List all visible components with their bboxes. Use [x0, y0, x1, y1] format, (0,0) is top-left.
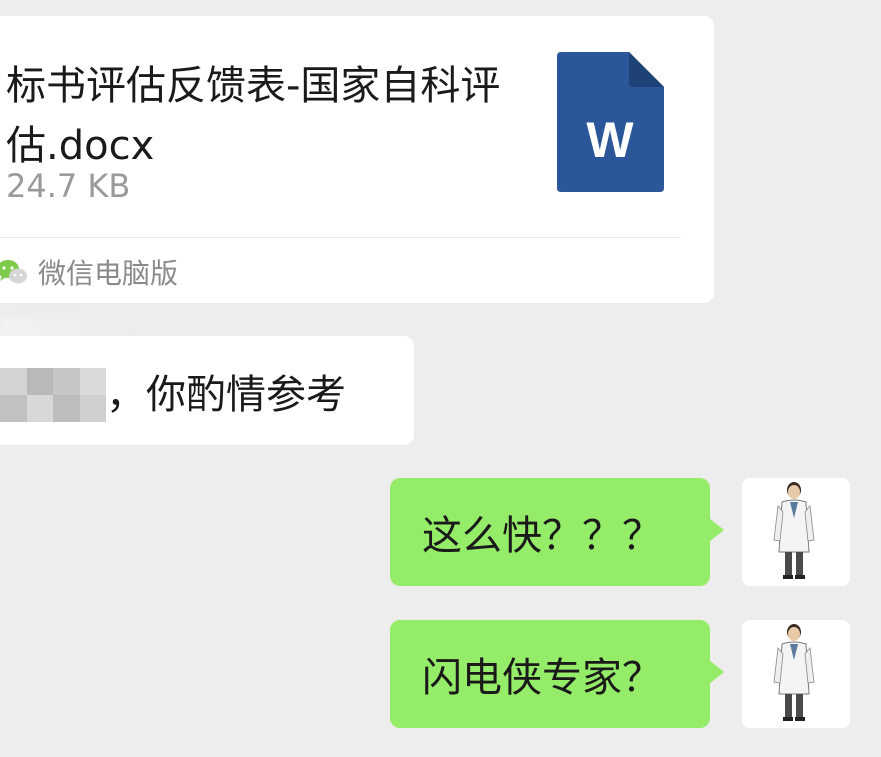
doctor-avatar[interactable] — [742, 478, 850, 586]
file-message-card[interactable]: 标书评估反馈表-国家自科评估.docx 24.7 KB W 微信电脑版 — [0, 16, 714, 303]
word-icon-letter: W — [586, 112, 634, 168]
outgoing-message-text: 这么快？？？ — [422, 513, 662, 559]
blurred-name-mosaic — [0, 368, 106, 422]
incoming-message-text: ，你酌情参考 — [106, 371, 346, 418]
source-row: 微信电脑版 — [0, 252, 178, 292]
outgoing-message-bubble[interactable]: 这么快？？？ — [390, 478, 724, 586]
file-name: 标书评估反馈表-国家自科评估.docx — [6, 63, 501, 169]
wechat-icon — [0, 260, 27, 284]
outgoing-message-text: 闪电侠专家？ — [422, 655, 662, 701]
card-divider — [0, 237, 681, 238]
doctor-avatar-icon — [773, 482, 815, 579]
incoming-message-bubble[interactable]: ，你酌情参考 — [0, 336, 414, 445]
word-document-icon: W — [557, 52, 664, 192]
doctor-avatar-icon — [773, 624, 815, 721]
doctor-avatar[interactable] — [742, 620, 850, 728]
source-label: 微信电脑版 — [38, 257, 179, 290]
file-size: 24.7 KB — [6, 167, 131, 205]
chat-window: 标书评估反馈表-国家自科评估.docx 24.7 KB W 微信电脑版 ，你酌情… — [0, 0, 881, 757]
outgoing-message-bubble[interactable]: 闪电侠专家？ — [390, 620, 724, 728]
